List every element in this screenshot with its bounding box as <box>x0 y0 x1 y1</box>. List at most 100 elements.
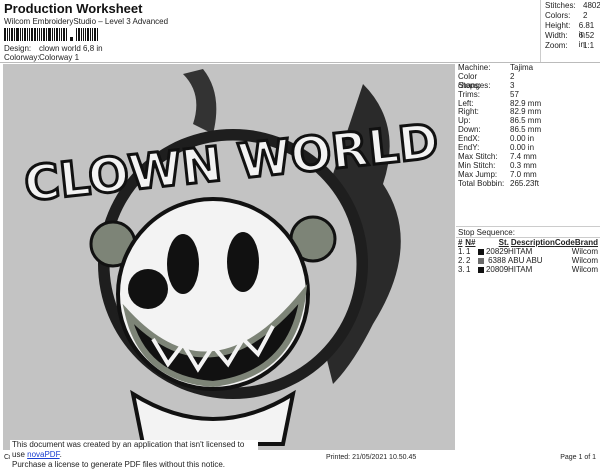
design-row: Design: clown world 6,8 in <box>4 44 103 53</box>
barcode-bar <box>43 28 45 41</box>
needle-number: 1 <box>465 265 471 274</box>
table-row: 1. 1 20829 HITAM Wilcom <box>456 247 600 256</box>
summary-box: Stitches:48028Colors:2Height:6.81 inWidt… <box>540 0 600 62</box>
column-header: Brand <box>574 238 598 247</box>
software-name: Wilcom EmbroideryStudio – Level 3 Advanc… <box>4 17 169 26</box>
barcode-bar <box>46 28 47 41</box>
colorway-value: Colorway 1 <box>39 53 80 62</box>
barcode-bar <box>81 28 82 41</box>
stitch-count: 20829 <box>485 247 509 256</box>
barcode-bar <box>31 28 33 41</box>
summary-row: Zoom: 1:1 <box>545 41 594 50</box>
notice-line2: Purchase a license to generate PDF files… <box>12 460 225 469</box>
info-value: 265.23ft <box>510 178 539 188</box>
info-row: Machine: Tajima <box>456 63 600 73</box>
description: HITAM <box>507 247 533 256</box>
license-notice: This document was created by an applicat… <box>10 440 258 470</box>
flame-shape <box>183 69 217 134</box>
stitch-count: 20809 <box>485 265 509 274</box>
barcode-bar <box>52 28 53 41</box>
barcode-bar <box>66 28 67 41</box>
barcode-bar <box>9 28 10 41</box>
color-swatch <box>477 257 484 264</box>
barcode-bar <box>90 28 91 41</box>
barcode-bar <box>54 28 55 41</box>
right-eye <box>227 232 259 292</box>
barcode-bar <box>87 28 89 41</box>
barcode-bar <box>83 28 84 41</box>
table-row: 3. 1 20809 HITAM Wilcom <box>456 265 600 274</box>
barcode-bar <box>70 37 73 41</box>
barcode-bar <box>97 28 98 41</box>
barcode-bar <box>92 28 93 41</box>
barcode-bar <box>22 28 23 41</box>
needle-number: 2 <box>465 256 471 265</box>
barcode-bar <box>78 28 80 41</box>
barcode-bar <box>61 28 62 41</box>
barcode-bar <box>59 28 60 41</box>
summary-label: Stitches: <box>545 1 576 10</box>
table-header: # N# St. Description Code Brand <box>456 238 600 247</box>
notice-period: . <box>59 450 62 459</box>
barcode-bar <box>56 28 58 41</box>
description: ABU ABU <box>507 256 543 265</box>
page-number: Page 1 of 1 <box>560 454 596 461</box>
summary-value: 1:1 <box>583 41 595 50</box>
needle-number: 1 <box>465 247 471 256</box>
barcode-bar <box>34 28 36 41</box>
barcode-bar <box>63 28 65 41</box>
left-eye <box>167 234 199 294</box>
brand: Wilcom <box>571 247 598 256</box>
page-title: Production Worksheet <box>4 1 143 16</box>
design-label: Design: <box>4 44 32 53</box>
summary-label: Zoom: <box>545 41 568 50</box>
barcode-bar <box>76 28 77 41</box>
column-header: St. <box>498 238 509 247</box>
row-number: 1. <box>458 247 465 256</box>
barcode-bar <box>11 28 13 41</box>
column-header: N# <box>465 238 476 247</box>
barcode-bar <box>27 28 28 41</box>
info-label: Total Bobbin: <box>458 178 505 188</box>
column-header: Description <box>510 238 555 247</box>
brand: Wilcom <box>571 265 598 274</box>
color-swatch <box>477 266 484 273</box>
clown-world-design: CLOWN WORLD <box>20 69 443 446</box>
column-header: Code <box>554 238 575 247</box>
barcode-bar <box>29 28 30 41</box>
stitch-count: 6388 <box>488 256 506 265</box>
stop-sequence-table: # N# St. Description Code Brand 1. 1 20829 HI… <box>456 238 600 274</box>
design-preview: CLOWN WORLD <box>3 64 455 450</box>
novapdf-link[interactable]: novaPDF <box>27 450 59 459</box>
barcode-bar <box>48 28 51 41</box>
brand: Wilcom <box>571 256 598 265</box>
barcode-bar <box>14 28 15 41</box>
summary-row: Stitches: 48028 <box>545 1 600 10</box>
barcode-bar <box>20 28 21 41</box>
summary-value: 48028 <box>583 1 600 10</box>
summary-label: Colors: <box>545 11 571 20</box>
barcode-bar <box>4 28 6 41</box>
nose <box>128 269 168 309</box>
barcode-bar <box>24 28 26 41</box>
design-value: clown world 6,8 in <box>39 44 103 53</box>
description: HITAM <box>507 265 533 274</box>
barcode-bar <box>37 28 38 41</box>
row-number: 3. <box>458 265 465 274</box>
barcode-bar <box>7 28 8 41</box>
stop-sequence: Stop Sequence: # N# St. Description Code Bran… <box>456 226 600 274</box>
info-row: Total Bobbin: 265.23ft <box>456 178 600 189</box>
barcode-bar <box>94 28 96 41</box>
stop-sequence-label: Stop Sequence: <box>456 228 600 238</box>
summary-value: 2 <box>583 11 588 20</box>
printed-date: Printed: 21/05/2021 10.50.45 <box>326 454 417 461</box>
table-row: 2. 2 6388 ABU ABU Wilcom <box>456 256 600 265</box>
barcode-bar <box>16 28 19 41</box>
colorway-label: Colorway: <box>4 53 40 62</box>
collar <box>130 389 296 446</box>
barcode-bar <box>85 28 86 41</box>
color-swatch <box>477 248 484 255</box>
column-header: # <box>458 238 463 247</box>
barcode <box>4 27 154 41</box>
machine-info: Machine: Tajima Color changes: 2 Stops: 3 Trim… <box>456 63 600 189</box>
